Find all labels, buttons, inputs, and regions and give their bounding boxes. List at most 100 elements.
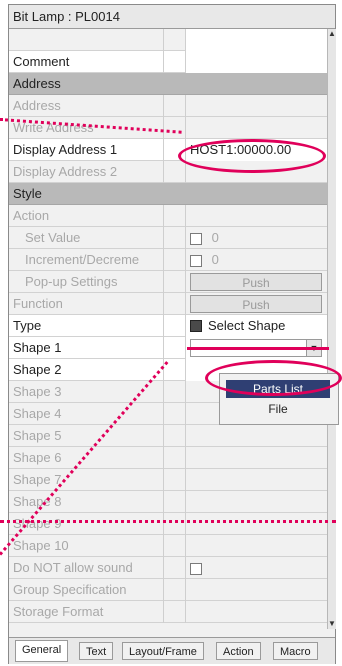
property-value: 0 [186, 227, 327, 249]
scroll-down-icon[interactable]: ▼ [328, 619, 336, 629]
tab-strip: General Text Layout/Frame Action Macro [9, 637, 335, 664]
select-shape-field[interactable]: Select Shape [186, 315, 327, 337]
property-spacer [164, 557, 186, 579]
checkbox [190, 254, 202, 267]
property-spacer [164, 381, 186, 403]
dropdown-item-file[interactable]: File [226, 400, 330, 418]
property-spacer [164, 271, 186, 293]
property-label: Action [9, 205, 164, 227]
property-label: Shape 7 [9, 469, 164, 491]
property-label: Shape 5 [9, 425, 164, 447]
property-label: Pop-up Settings [9, 271, 164, 293]
table-row: Group Specification [9, 579, 327, 601]
property-value [186, 205, 327, 227]
property-spacer [164, 227, 186, 249]
property-label: Increment/Decreme [9, 249, 164, 271]
table-row: Set Value 0 [9, 227, 327, 249]
property-spacer [164, 205, 186, 227]
property-number: 0 [211, 230, 219, 245]
property-spacer [164, 579, 186, 601]
highlight-ellipse [178, 139, 326, 173]
tab-text[interactable]: Text [79, 642, 114, 660]
comment-field[interactable] [186, 51, 327, 73]
table-row: Shape 8 [9, 491, 327, 513]
property-label: Do NOT allow sound [9, 557, 164, 579]
property-value [186, 601, 327, 623]
property-spacer [164, 315, 186, 337]
property-spacer [164, 51, 186, 73]
table-row: Increment/Decreme 0 [9, 249, 327, 271]
property-label: Storage Format [9, 601, 164, 623]
property-number: 0 [211, 252, 219, 267]
property-value: 0 [186, 249, 327, 271]
property-value [186, 469, 327, 491]
property-label: Shape 8 [9, 491, 164, 513]
section-label: Address [13, 76, 61, 91]
property-spacer [164, 469, 186, 491]
checkbox [190, 232, 202, 245]
highlight-ellipse [205, 360, 342, 396]
property-label [9, 29, 164, 51]
property-value [186, 425, 327, 447]
property-spacer [164, 425, 186, 447]
section-row: Address [9, 73, 327, 95]
property-label: Display Address 2 [9, 161, 164, 183]
property-label: Shape 4 [9, 403, 164, 425]
property-panel: Bit Lamp : PL0014 Comment Address Addres… [8, 4, 339, 664]
property-spacer [164, 447, 186, 469]
table-row: Address [9, 95, 327, 117]
property-spacer [164, 491, 186, 513]
property-value [186, 557, 327, 579]
property-value [186, 29, 327, 51]
property-label: Address [9, 95, 164, 117]
highlight-underline [187, 347, 329, 350]
property-label: Group Specification [9, 579, 164, 601]
push-button: Push [190, 273, 322, 291]
property-spacer [164, 403, 186, 425]
vertical-scrollbar[interactable]: ▲ ▼ [327, 29, 336, 629]
property-spacer [164, 249, 186, 271]
section-label: Style [13, 186, 42, 201]
tab-macro[interactable]: Macro [273, 642, 318, 660]
property-spacer [164, 535, 186, 557]
property-value [186, 513, 327, 535]
tab-general[interactable]: General [15, 640, 69, 662]
table-row[interactable]: Comment [9, 51, 327, 73]
tab-action[interactable]: Action [216, 642, 261, 660]
property-label: Shape 6 [9, 447, 164, 469]
scroll-up-icon[interactable]: ▲ [328, 29, 336, 39]
push-button: Push [190, 295, 322, 313]
property-value: Push [186, 293, 327, 315]
property-spacer [164, 95, 186, 117]
table-row: Pop-up Settings Push [9, 271, 327, 293]
property-label: Shape 10 [9, 535, 164, 557]
table-row [9, 29, 327, 51]
property-spacer [164, 601, 186, 623]
property-spacer [164, 337, 186, 359]
table-row: Shape 5 [9, 425, 327, 447]
table-row: Shape 6 [9, 447, 327, 469]
property-spacer [164, 117, 186, 139]
property-value [186, 491, 327, 513]
property-label: Type [9, 315, 164, 337]
annotation-dotted-line [0, 520, 336, 523]
table-row: Shape 10 [9, 535, 327, 557]
property-window: Bit Lamp : PL0014 Comment Address Addres… [0, 0, 342, 666]
tab-layout-frame[interactable]: Layout/Frame [122, 642, 204, 660]
property-spacer [164, 513, 186, 535]
property-label: Comment [9, 51, 164, 73]
table-row: Storage Format [9, 601, 327, 623]
property-value [186, 117, 327, 139]
table-row[interactable]: Type Select Shape [9, 315, 327, 337]
property-value [186, 95, 327, 117]
table-row: Do NOT allow sound [9, 557, 327, 579]
checkbox [190, 562, 202, 575]
property-value [186, 535, 327, 557]
table-row: Action [9, 205, 327, 227]
property-label: Shape 2 [9, 359, 164, 381]
property-value [186, 579, 327, 601]
select-shape-icon [190, 320, 202, 332]
panel-title: Bit Lamp : PL0014 [9, 5, 335, 29]
property-value: Push [186, 271, 327, 293]
table-row: Function Push [9, 293, 327, 315]
